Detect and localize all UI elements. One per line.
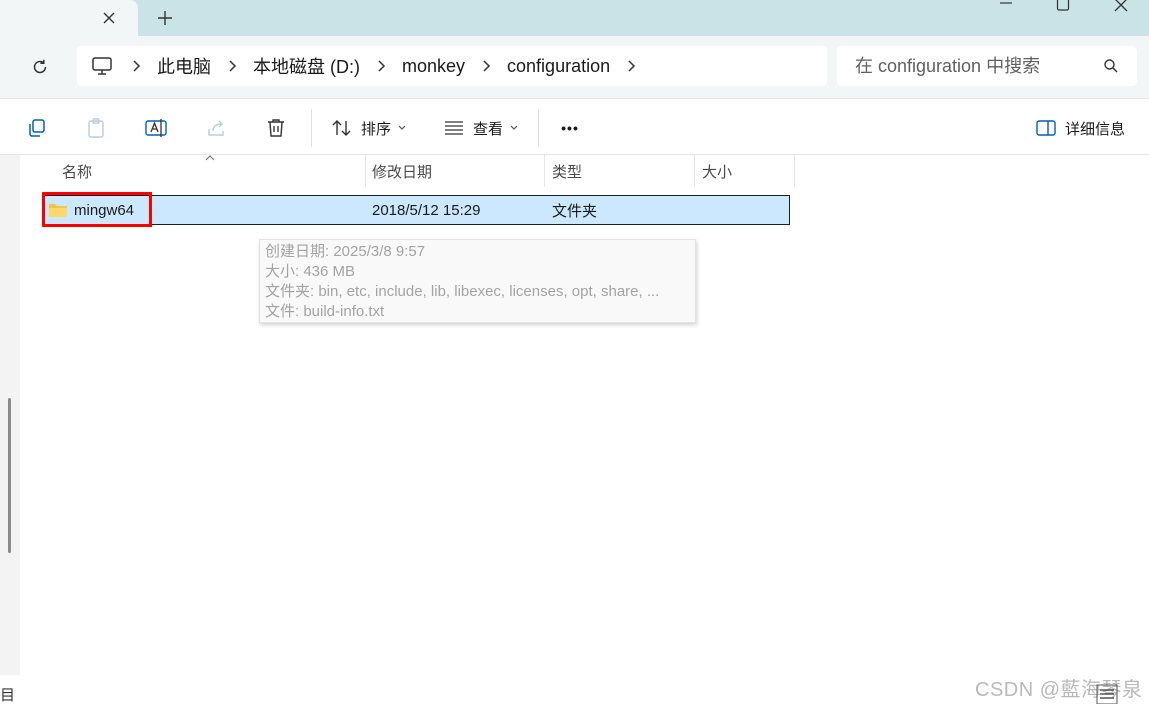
rename-button[interactable] xyxy=(139,112,173,144)
plus-icon xyxy=(158,11,172,25)
column-header-name[interactable]: 名称 xyxy=(54,155,366,187)
chevron-down-icon xyxy=(510,125,518,130)
maximize-button[interactable] xyxy=(1040,0,1086,14)
address-row: 此电脑 本地磁盘 (D:) monkey configuration xyxy=(0,36,1149,98)
breadcrumb-this-pc[interactable]: 此电脑 xyxy=(147,53,221,79)
tab-close-button[interactable] xyxy=(96,6,122,30)
maximize-icon xyxy=(1056,0,1070,11)
status-item-count: 目 xyxy=(0,687,16,704)
details-view-icon xyxy=(1096,684,1118,704)
minimize-icon xyxy=(1000,2,1012,4)
tooltip-file: 文件: build-info.txt xyxy=(265,303,385,320)
tooltip-created: 创建日期: 2025/3/8 9:57 xyxy=(265,243,426,260)
file-modified: 2018/5/12 15:29 xyxy=(372,201,481,219)
minimize-button[interactable] xyxy=(983,0,1029,14)
paste-button[interactable] xyxy=(79,112,113,144)
tooltip-size: 大小: 436 MB xyxy=(265,263,356,280)
more-options-button[interactable]: ••• xyxy=(553,112,587,144)
search-input[interactable] xyxy=(855,55,1095,77)
copy-button[interactable] xyxy=(20,112,54,144)
share-icon xyxy=(208,120,224,136)
tooltip-folders: 文件夹: bin, etc, include, lib, libexec, li… xyxy=(265,283,660,300)
paste-icon xyxy=(88,118,104,138)
folder-tooltip: 创建日期: 2025/3/8 9:57 大小: 436 MB 文件夹: bin,… xyxy=(259,239,696,323)
close-icon xyxy=(103,12,115,24)
sort-label: 排序 xyxy=(360,120,391,138)
toolbar-separator xyxy=(538,109,539,147)
breadcrumb-local-disk[interactable]: 本地磁盘 (D:) xyxy=(243,53,370,79)
toolbar-separator xyxy=(311,109,312,147)
view-label: 查看 xyxy=(472,120,503,138)
breadcrumb-monkey[interactable]: monkey xyxy=(392,56,475,77)
column-header-size[interactable]: 大小 xyxy=(694,155,795,187)
file-row-mingw64[interactable]: mingw64 2018/5/12 15:29 文件夹 xyxy=(42,195,790,225)
delete-button[interactable] xyxy=(259,112,293,144)
file-type: 文件夹 xyxy=(552,202,598,220)
column-header-type[interactable]: 类型 xyxy=(544,155,695,187)
column-header-modified[interactable]: 修改日期 xyxy=(364,155,545,187)
trash-icon xyxy=(268,119,284,137)
sort-icon xyxy=(332,120,351,136)
rename-icon xyxy=(145,119,167,137)
details-pane-icon xyxy=(1036,120,1056,136)
view-list-icon xyxy=(444,121,463,135)
refresh-button[interactable] xyxy=(22,50,58,84)
search-box[interactable] xyxy=(837,46,1137,86)
sort-button[interactable]: 排序 xyxy=(326,112,412,144)
chevron-right-icon[interactable] xyxy=(125,59,147,73)
close-icon xyxy=(1114,0,1128,12)
details-pane-button[interactable]: 详细信息 xyxy=(1030,112,1130,144)
details-label: 详细信息 xyxy=(1064,120,1125,138)
address-bar[interactable]: 此电脑 本地磁盘 (D:) monkey configuration xyxy=(77,46,827,86)
copy-icon xyxy=(29,119,45,137)
command-bar: 排序 查看 ••• 详细信息 xyxy=(0,98,1149,155)
details-view-toggle[interactable] xyxy=(1096,684,1118,704)
search-icon[interactable] xyxy=(1103,58,1119,74)
chevron-right-icon[interactable] xyxy=(221,59,243,73)
vertical-scrollbar[interactable] xyxy=(8,398,11,553)
refresh-icon xyxy=(33,59,47,74)
chevron-down-icon xyxy=(398,125,406,130)
new-tab-button[interactable] xyxy=(152,6,178,30)
breadcrumb-configuration[interactable]: configuration xyxy=(497,56,620,77)
file-list-pane: 名称 修改日期 类型 大小 mingw64 2018/5/12 15:29 文件… xyxy=(0,155,1149,704)
window-close-button[interactable] xyxy=(1098,0,1144,14)
chevron-right-icon[interactable] xyxy=(620,59,642,73)
title-bar xyxy=(0,0,1149,36)
view-button[interactable]: 查看 xyxy=(438,112,524,144)
chevron-right-icon[interactable] xyxy=(475,59,497,73)
share-button[interactable] xyxy=(199,112,233,144)
tab-active[interactable] xyxy=(0,0,138,36)
annotation-highlight-box xyxy=(42,192,152,227)
navigation-pane[interactable] xyxy=(0,155,20,675)
computer-icon[interactable] xyxy=(91,56,113,76)
chevron-right-icon[interactable] xyxy=(370,59,392,73)
